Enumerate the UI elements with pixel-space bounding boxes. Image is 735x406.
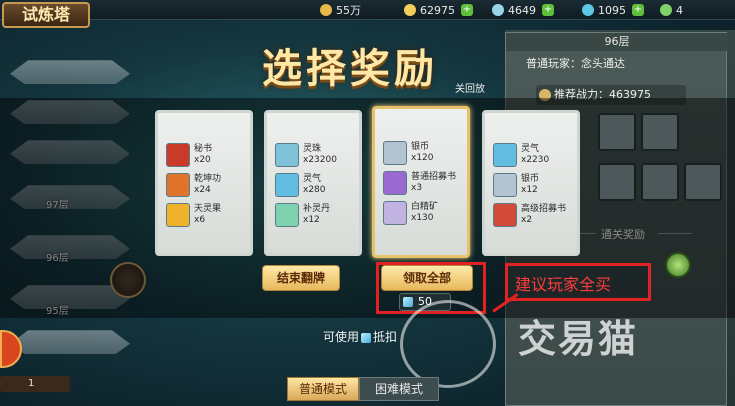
fruit-icon — [166, 203, 190, 227]
scroll-icon — [383, 171, 407, 195]
reward-item: 高级招募书 x2 — [493, 201, 579, 231]
panel-floor-label: 96层 — [506, 33, 728, 51]
resource-bar: 55万 62975 + 4649 + 1095 + 4 — [0, 0, 735, 20]
tip-annotation-text: 建议玩家全买 — [515, 275, 612, 294]
end-flip-button[interactable]: 结束翻牌 — [262, 265, 340, 291]
reward-card-1[interactable]: 秘书 x20 乾坤功 x24 天灵果 x6 — [155, 110, 253, 256]
resource-ingot: 62975 + — [404, 2, 473, 18]
item-qty: x24 — [194, 185, 211, 195]
gem-icon — [582, 4, 594, 16]
item-name: 银币 — [521, 174, 540, 184]
item-name: 普通招募书 — [411, 172, 457, 182]
item-qty: x20 — [194, 155, 211, 165]
reward-item: 灵珠 x23200 — [275, 141, 361, 171]
item-qty: x280 — [303, 185, 326, 195]
modal-title: 选择奖励 — [262, 45, 438, 92]
use-text-after: 抵扣 — [373, 330, 398, 344]
item-name: 天灵果 — [194, 204, 222, 214]
add-gem-button[interactable]: + — [632, 4, 644, 16]
resource-diamond: 4649 + — [492, 2, 554, 18]
item-name: 秘书 — [194, 144, 213, 154]
add-diamond-button[interactable]: + — [542, 4, 554, 16]
item-qty: x12 — [521, 185, 538, 195]
resource-orb-value: 4 — [676, 3, 683, 17]
reward-item: 秘书 x20 — [166, 141, 252, 171]
tab-hard-mode[interactable]: 困难模式 — [359, 377, 439, 401]
resource-coin-value: 55万 — [336, 4, 361, 17]
pagoda-tier — [10, 330, 130, 354]
reward-item: 银币 x120 — [383, 139, 469, 169]
item-name: 乾坤功 — [194, 174, 222, 184]
resource-diamond-value: 4649 — [508, 3, 536, 17]
item-qty: x120 — [411, 153, 434, 163]
diamond-icon — [492, 4, 504, 16]
item-name: 灵气 — [521, 144, 540, 154]
item-name: 补灵丹 — [303, 204, 331, 214]
reward-card-3[interactable]: 银币 x120 普通招募书 x3 白精矿 x130 — [372, 106, 470, 258]
watermark-text: 交易猫 — [518, 317, 639, 361]
watermark-cat-icon — [400, 300, 496, 388]
silver-coin-icon — [493, 173, 517, 197]
reward-item: 灵气 x2230 — [493, 141, 579, 171]
item-qty: x2 — [521, 215, 533, 225]
reward-item: 乾坤功 x24 — [166, 171, 252, 201]
item-name: 灵气 — [303, 174, 322, 184]
gem-icon — [361, 332, 372, 343]
reward-item: 灵气 x280 — [275, 171, 361, 201]
gold-ingot-icon — [404, 4, 416, 16]
resource-coin: 55万 — [320, 2, 361, 18]
resource-gem: 1095 + — [582, 2, 644, 18]
item-qty: x130 — [411, 213, 434, 223]
spirit-qi-icon — [493, 143, 517, 167]
scroll-icon — [493, 203, 517, 227]
use-text-before: 可使用 — [323, 330, 360, 344]
item-qty: x23200 — [303, 155, 337, 165]
book-icon — [166, 143, 190, 167]
pass-replay-label[interactable]: 关回放 — [455, 80, 485, 95]
spirit-orb-icon — [660, 4, 672, 16]
add-ingot-button[interactable]: + — [461, 4, 473, 16]
reward-item: 天灵果 x6 — [166, 201, 252, 231]
reward-card-4[interactable]: 灵气 x2230 银币 x12 高级招募书 x2 — [482, 110, 580, 256]
item-name: 灵珠 — [303, 144, 322, 154]
reward-item: 银币 x12 — [493, 171, 579, 201]
item-name: 银币 — [411, 142, 430, 152]
silver-coin-icon — [383, 141, 407, 165]
resource-gem-value: 1095 — [598, 3, 626, 17]
item-qty: x6 — [194, 215, 206, 225]
resource-orb: 4 — [660, 2, 683, 18]
item-name: 高级招募书 — [521, 204, 567, 214]
item-name: 白精矿 — [411, 202, 439, 212]
spirit-qi-icon — [275, 173, 299, 197]
reward-item: 白精矿 x130 — [383, 199, 469, 229]
tower-title: 试炼塔 — [2, 2, 90, 28]
pill-icon — [275, 203, 299, 227]
player-type-label: 普通玩家：念头通达 — [526, 57, 625, 70]
pagoda-tier — [10, 60, 130, 84]
skill-icon — [166, 173, 190, 197]
resource-ingot-value: 62975 — [420, 3, 455, 17]
item-qty: x2230 — [521, 155, 550, 165]
gem-icon — [403, 297, 413, 307]
reward-orb-icon[interactable] — [665, 252, 691, 278]
item-qty: x12 — [303, 215, 320, 225]
use-gem-text: 可使用 抵扣 — [323, 328, 397, 345]
reward-card-2[interactable]: 灵珠 x23200 灵气 x280 补灵丹 x12 — [264, 110, 362, 256]
tab-normal-mode[interactable]: 普通模式 — [287, 377, 359, 401]
ore-icon — [383, 201, 407, 225]
pearl-icon — [275, 143, 299, 167]
reward-item: 普通招募书 x3 — [383, 169, 469, 199]
reward-item: 补灵丹 x12 — [275, 201, 361, 231]
coin-icon — [320, 4, 332, 16]
item-qty: x3 — [411, 183, 423, 193]
bottom-badge: 1 — [0, 376, 70, 392]
